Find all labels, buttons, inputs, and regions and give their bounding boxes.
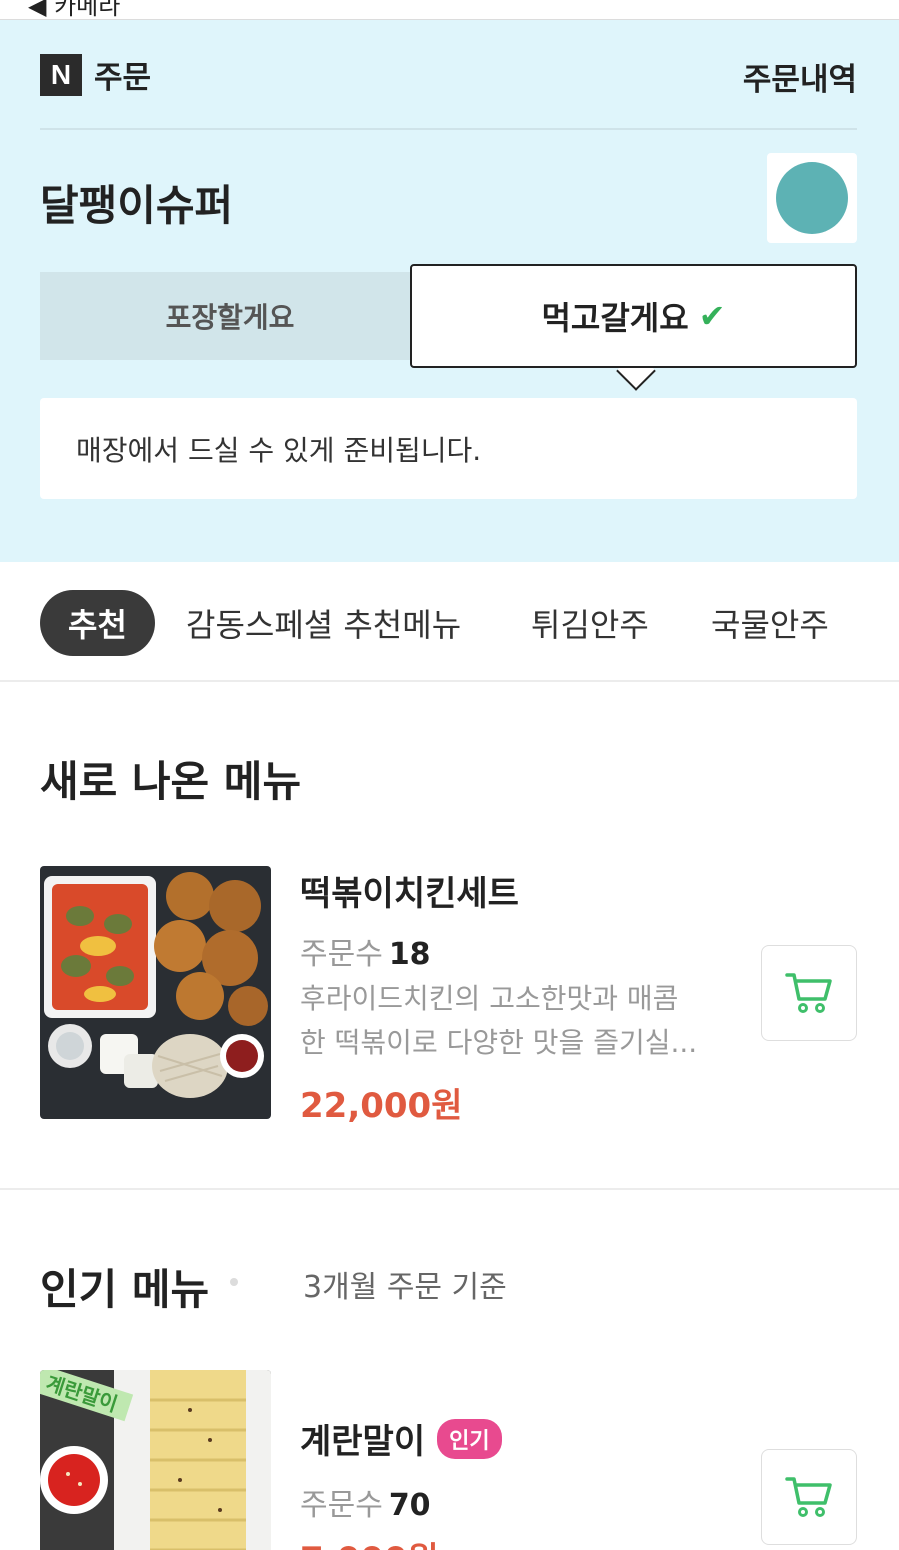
popular-menu-subtitle: 3개월 주문 기준 (303, 1270, 507, 1305)
cart-icon (785, 973, 832, 1013)
check-icon: ✔ (698, 297, 726, 335)
dinein-option[interactable]: 먹고갈게요 ✔ (410, 264, 857, 368)
category-tabs: 추천 감동스페셜 추천메뉴 튀김안주 국물안주 (0, 562, 899, 682)
popular-menu-title: 인기 메뉴 (40, 1265, 210, 1314)
menu-item-price: 22,000원 (300, 1086, 463, 1126)
back-camera-link[interactable]: ◀ 카메라 (28, 0, 120, 19)
menu-item-name[interactable]: 떡볶이치킨세트 (300, 866, 519, 915)
description-line: 후라이드치킨의 고소한맛과 매콤 (300, 982, 679, 1015)
order-type-notice: 매장에서 드실 수 있게 준비됩니다. (40, 398, 857, 499)
notice-text: 매장에서 드실 수 있게 준비됩니다. (76, 433, 482, 467)
menu-item-image[interactable]: 계란말이 (40, 1370, 271, 1550)
menu-item-name-text: 계란말이 (300, 1422, 426, 1462)
add-to-cart-button[interactable] (761, 1449, 857, 1545)
brand: N 주문 (40, 52, 151, 97)
tab-special[interactable]: 감동스페셜 추천메뉴 (186, 590, 461, 656)
store-avatar (767, 153, 857, 243)
store-avatar-circle (776, 162, 848, 234)
separator-dot (230, 1278, 238, 1286)
brand-label: 주문 (94, 60, 152, 96)
menu-item-order-count: 주문수 18 (300, 929, 431, 973)
top-strip: ◀ 카메라 (0, 0, 899, 20)
menu-item-price: 7,000원 (300, 1532, 439, 1550)
dinein-label: 먹고갈게요 (541, 299, 689, 337)
tab-recommended[interactable]: 추천 (40, 590, 155, 656)
order-count-value: 70 (388, 1488, 431, 1523)
naver-logo-icon: N (40, 53, 82, 96)
popular-badge: 인기 (437, 1418, 502, 1459)
store-name: 달팽이슈퍼 (40, 181, 234, 230)
menu-item-order-count: 주문수 70 (300, 1480, 431, 1524)
new-menu-title: 새로 나온 메뉴 (40, 757, 302, 806)
rolled-omelette-photo: 계란말이 (40, 1370, 271, 1550)
section-divider (0, 1188, 899, 1190)
menu-item-description: 후라이드치킨의 고소한맛과 매콤 한 떡볶이로 다양한 맛을 즐기실... (300, 977, 710, 1065)
menu-item-image[interactable] (40, 866, 271, 1119)
tab-fried[interactable]: 튀김안주 (531, 590, 649, 656)
takeout-option[interactable]: 포장할게요 (40, 272, 420, 360)
cart-icon (785, 1477, 832, 1517)
menu-item-name[interactable]: 계란말이 인기 (300, 1414, 502, 1463)
order-history-link[interactable]: 주문내역 (743, 54, 857, 99)
order-count-label: 주문수 (300, 1488, 383, 1523)
tab-soup[interactable]: 국물안주 (711, 590, 829, 656)
tteokbokki-chicken-photo (40, 866, 271, 1119)
order-count-label: 주문수 (300, 937, 383, 972)
description-line: 한 떡볶이로 다양한 맛을 즐기실... (300, 1026, 698, 1059)
order-count-value: 18 (388, 937, 431, 972)
header-divider (40, 128, 857, 130)
add-to-cart-button[interactable] (761, 945, 857, 1041)
